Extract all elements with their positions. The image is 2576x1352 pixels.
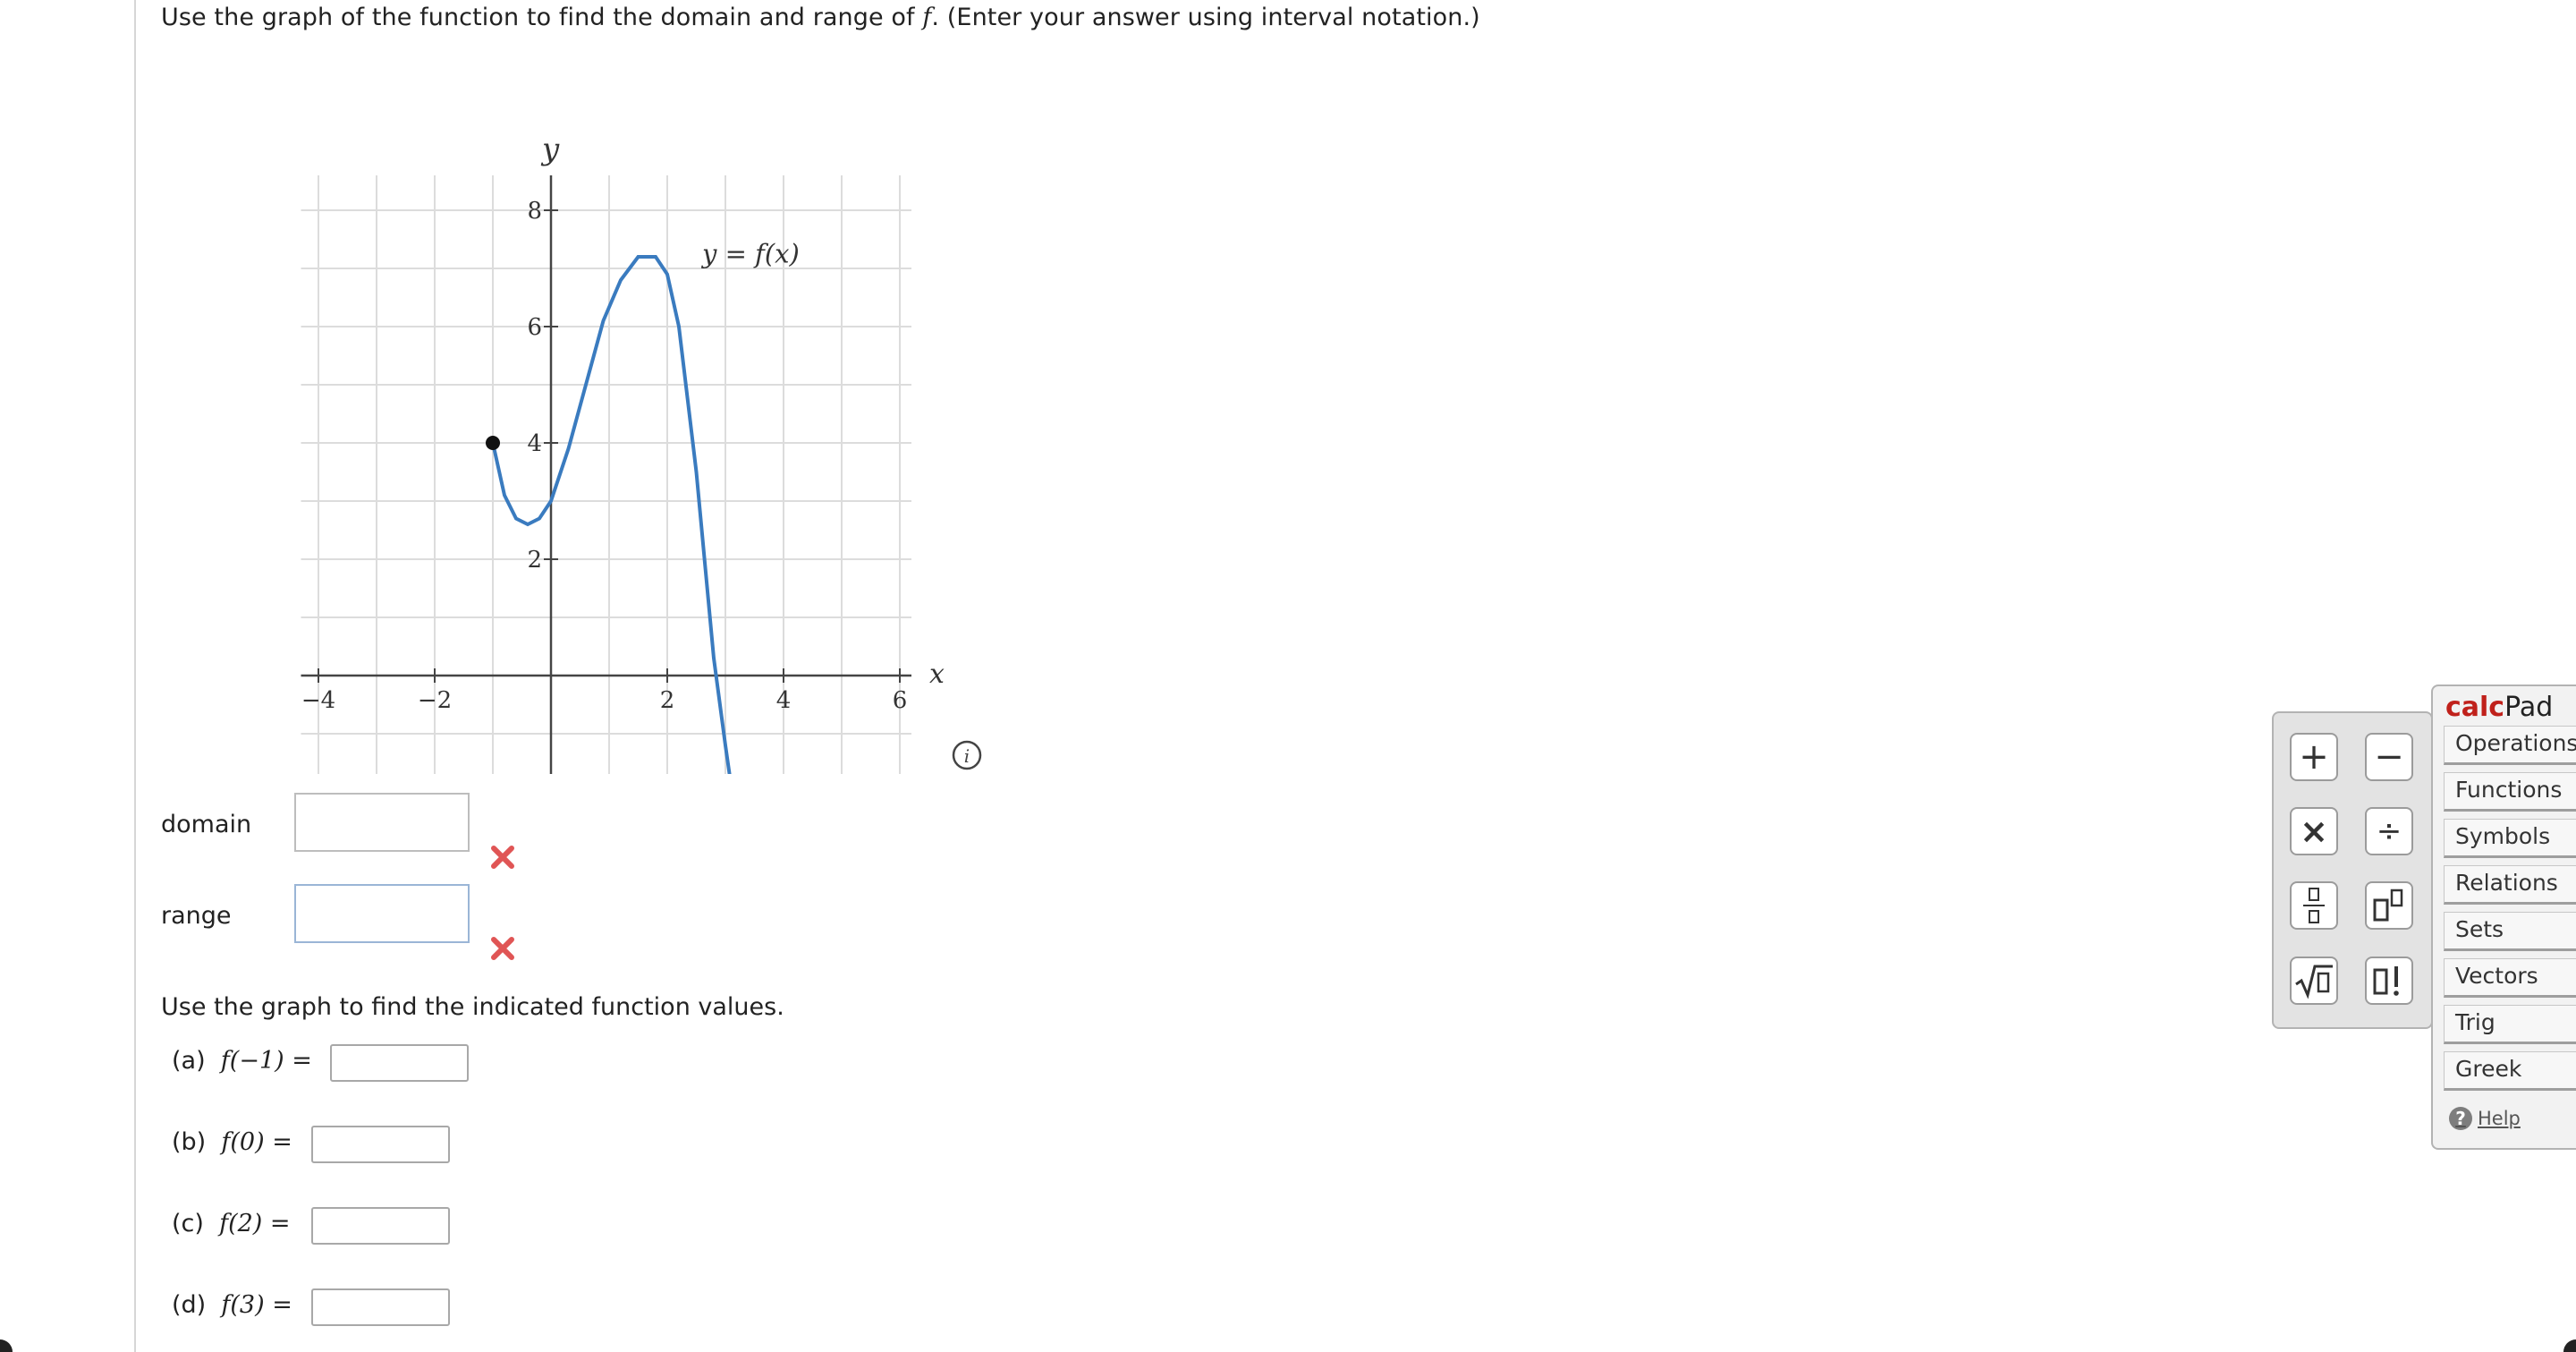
y-axis-label: y	[540, 132, 560, 167]
f-neg1-input[interactable]	[330, 1044, 469, 1082]
part-expression: f(−1) =	[220, 1047, 312, 1075]
info-icon[interactable]: i	[951, 739, 983, 771]
question-text: Use the graph of the function to find th…	[161, 4, 1480, 31]
sqrt-key[interactable]	[2290, 957, 2338, 1005]
tab-greek[interactable]: Greek	[2444, 1051, 2576, 1091]
exponent-icon	[2373, 889, 2403, 922]
exponent-key[interactable]	[2365, 881, 2413, 930]
minus-key[interactable]: −	[2365, 733, 2413, 781]
question-suffix: . (Enter your answer using interval nota…	[931, 4, 1480, 31]
part-expression: f(0) =	[221, 1128, 292, 1156]
fraction-icon	[2303, 888, 2325, 923]
y-tick-label: 8	[527, 198, 542, 225]
closed-endpoint	[486, 436, 500, 450]
tab-operations[interactable]: Operations	[2444, 726, 2576, 765]
tab-symbols[interactable]: Symbols	[2444, 819, 2576, 858]
multiply-key[interactable]: ×	[2290, 807, 2338, 855]
factorial-key[interactable]	[2365, 957, 2413, 1005]
part-a-label: (a) f(−1) =	[172, 1047, 312, 1075]
help-link[interactable]: ? Help	[2449, 1107, 2521, 1130]
help-label: Help	[2478, 1108, 2521, 1129]
f-3-input[interactable]	[311, 1288, 450, 1326]
x-tick-label: −4	[301, 687, 335, 714]
tab-trig[interactable]: Trig	[2444, 1005, 2576, 1044]
y-tick-label: 4	[527, 430, 542, 457]
sqrt-icon	[2295, 965, 2333, 999]
help-icon: ?	[2449, 1107, 2472, 1130]
part-c-label: (c) f(2) =	[172, 1210, 291, 1237]
x-axis-label: x	[929, 659, 945, 690]
calcpad-panel: calcPad Operations Functions Symbols Rel…	[2431, 685, 2576, 1150]
incorrect-icon	[491, 937, 514, 960]
calcpad-keys: + − × ÷	[2272, 711, 2433, 1029]
x-tick-label: 2	[660, 687, 675, 714]
part-letter: (d)	[172, 1291, 207, 1319]
calcpad-title: calcPad	[2445, 692, 2553, 723]
part-letter: (b)	[172, 1128, 207, 1156]
question-variable: f	[922, 4, 932, 31]
factorial-icon	[2373, 966, 2399, 996]
y-tick-label: 2	[527, 547, 542, 574]
graph-axes	[301, 175, 911, 774]
fraction-key[interactable]	[2290, 881, 2338, 930]
question-prefix: Use the graph of the function to find th…	[161, 4, 923, 31]
x-tick-label: −2	[418, 687, 452, 714]
range-label: range	[161, 902, 232, 930]
graph-ticks: −4−22468642−2	[301, 198, 908, 714]
tab-functions[interactable]: Functions	[2444, 772, 2576, 812]
domain-input[interactable]	[294, 793, 470, 852]
svg-text:i: i	[964, 745, 970, 767]
part-b-label: (b) f(0) =	[172, 1128, 292, 1156]
part-letter: (c)	[172, 1210, 204, 1237]
domain-label: domain	[161, 811, 252, 838]
window-corner	[0, 1339, 13, 1352]
incorrect-icon	[491, 846, 514, 869]
part-d-label: (d) f(3) =	[172, 1291, 292, 1319]
range-input[interactable]	[294, 884, 470, 943]
tab-sets[interactable]: Sets	[2444, 912, 2576, 951]
graph-grid	[301, 175, 911, 774]
part-expression: f(2) =	[219, 1210, 291, 1237]
function-graph: −4−22468642−2 y x y = f(x)	[301, 132, 945, 774]
tab-relations[interactable]: Relations	[2444, 865, 2576, 905]
x-tick-label: 6	[893, 687, 908, 714]
plus-key[interactable]: +	[2290, 733, 2338, 781]
y-tick-label: 6	[527, 314, 542, 341]
f-0-input[interactable]	[311, 1126, 450, 1163]
f-2-input[interactable]	[311, 1207, 450, 1245]
calcpad-title-pad: Pad	[2504, 692, 2554, 723]
calcpad-title-calc: calc	[2445, 692, 2505, 723]
tab-vectors[interactable]: Vectors	[2444, 958, 2576, 998]
sub-question-text: Use the graph to find the indicated func…	[161, 993, 784, 1021]
part-letter: (a)	[172, 1047, 206, 1075]
function-label: y = f(x)	[700, 239, 800, 269]
part-expression: f(3) =	[221, 1291, 292, 1319]
x-tick-label: 4	[776, 687, 792, 714]
divide-key[interactable]: ÷	[2365, 807, 2413, 855]
